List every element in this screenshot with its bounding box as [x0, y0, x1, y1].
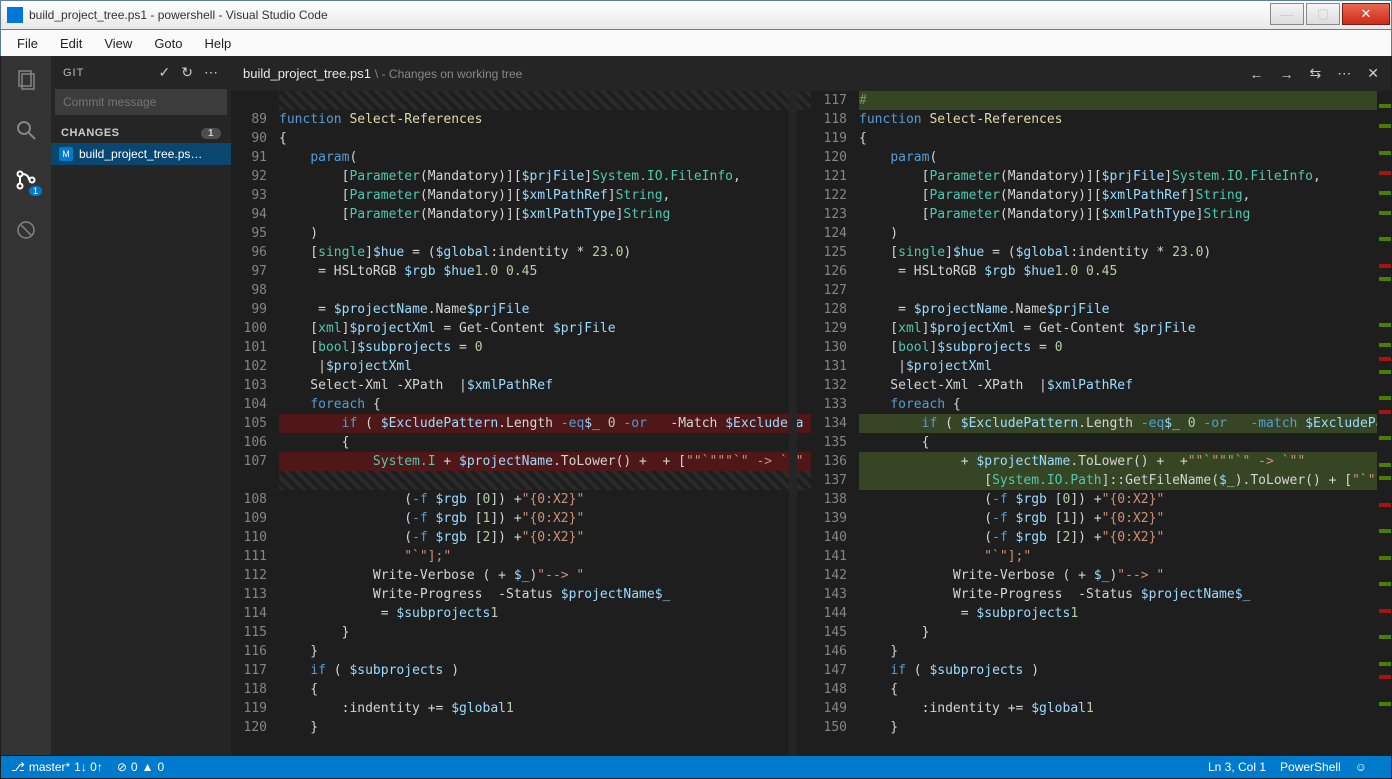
menu-view[interactable]: View: [94, 34, 142, 53]
right-gutter: 1171181191201211221231241251261271281291…: [811, 91, 859, 755]
diff-left-pane[interactable]: 8990919293949596979899100101102103104105…: [231, 91, 811, 755]
tab-description: \ - Changes on working tree: [375, 67, 522, 81]
diff-editor[interactable]: 8990919293949596979899100101102103104105…: [231, 91, 1391, 755]
overview-ruler[interactable]: [1377, 91, 1391, 755]
problems-status[interactable]: ⊘0 ▲0: [117, 760, 164, 774]
close-button[interactable]: ✕: [1342, 3, 1390, 25]
menubar: File Edit View Goto Help: [0, 30, 1392, 56]
git-sidebar: GIT ✓ ↻ ⋯ CHANGES 1 M build_project_tree…: [51, 56, 231, 755]
menu-goto[interactable]: Goto: [144, 34, 192, 53]
sidebar-title: GIT: [63, 67, 84, 79]
git-icon[interactable]: 1: [12, 166, 40, 194]
left-gutter: 8990919293949596979899100101102103104105…: [231, 91, 279, 755]
git-badge: 1: [29, 186, 42, 196]
window-titlebar: build_project_tree.ps1 - powershell - Vi…: [0, 0, 1392, 30]
commit-icon[interactable]: ✓: [159, 64, 172, 81]
left-code[interactable]: function Select-References{ param( [Para…: [279, 91, 811, 755]
menu-help[interactable]: Help: [195, 34, 242, 53]
language-mode[interactable]: PowerShell: [1280, 760, 1341, 774]
app-icon: [7, 7, 23, 23]
changed-file-item[interactable]: M build_project_tree.ps…: [51, 143, 231, 165]
status-bar: ⎇master* 1↓ 0↑ ⊘0 ▲0 Ln 3, Col 1 PowerSh…: [1, 756, 1391, 778]
close-editor-icon[interactable]: ✕: [1367, 65, 1379, 82]
tab-filename[interactable]: build_project_tree.ps1: [243, 66, 371, 81]
changes-count: 1: [201, 128, 221, 139]
modified-badge: M: [59, 147, 73, 161]
right-code[interactable]: #function Select-References{ param( [Par…: [859, 91, 1391, 755]
more-icon[interactable]: ⋯: [204, 64, 219, 81]
minimize-button[interactable]: —: [1270, 3, 1304, 25]
activity-bar: 1: [1, 56, 51, 755]
maximize-button[interactable]: ▢: [1306, 3, 1340, 25]
menu-file[interactable]: File: [7, 34, 48, 53]
debug-icon[interactable]: [12, 216, 40, 244]
commit-message-input[interactable]: [55, 89, 227, 115]
refresh-icon[interactable]: ↻: [181, 64, 194, 81]
left-minimap: [789, 91, 797, 755]
feedback-icon[interactable]: ☺: [1355, 760, 1367, 774]
cursor-position[interactable]: Ln 3, Col 1: [1208, 760, 1266, 774]
toggle-view-icon[interactable]: ⇆: [1310, 65, 1322, 82]
changes-header[interactable]: CHANGES 1: [51, 123, 231, 143]
editor-tabbar: build_project_tree.ps1 \ - Changes on wo…: [231, 56, 1391, 91]
changed-file-name: build_project_tree.ps…: [79, 147, 202, 161]
diff-right-pane[interactable]: 1171181191201211221231241251261271281291…: [811, 91, 1391, 755]
explorer-icon[interactable]: [12, 66, 40, 94]
next-change-icon[interactable]: →: [1280, 66, 1294, 82]
more-actions-icon[interactable]: ⋯: [1337, 65, 1351, 82]
branch-status[interactable]: ⎇master* 1↓ 0↑: [11, 760, 103, 774]
search-icon[interactable]: [12, 116, 40, 144]
menu-edit[interactable]: Edit: [50, 34, 92, 53]
window-title: build_project_tree.ps1 - powershell - Vi…: [29, 8, 1269, 22]
prev-change-icon[interactable]: ←: [1250, 66, 1264, 82]
